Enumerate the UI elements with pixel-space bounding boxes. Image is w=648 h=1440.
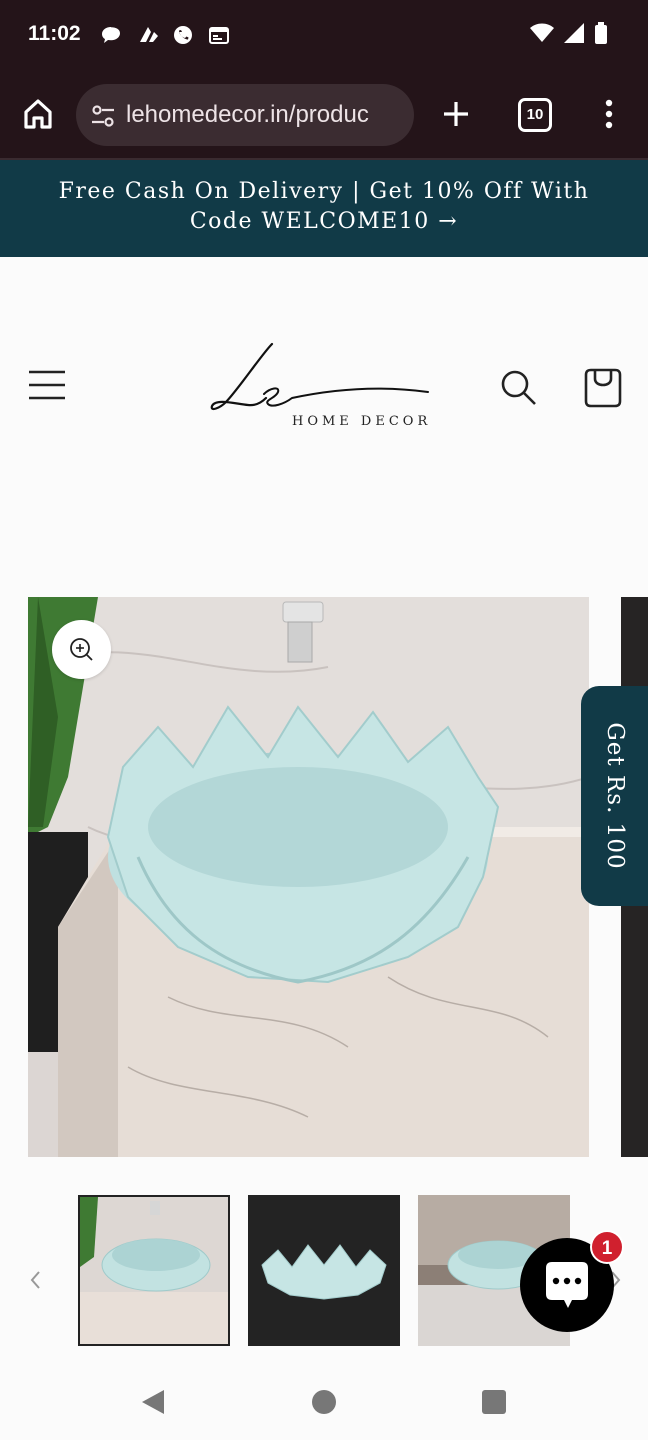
notification-icons	[100, 24, 232, 46]
search-icon	[501, 370, 536, 405]
back-button[interactable]	[140, 1388, 166, 1416]
url-text[interactable]: lehomedecor.in/produc	[126, 101, 402, 129]
home-button[interactable]	[18, 94, 58, 134]
chat-bubble-icon	[100, 24, 124, 46]
site-logo[interactable]: HOME DECOR	[200, 332, 440, 442]
thumbnail-2-image	[248, 1195, 400, 1346]
referral-side-tab[interactable]: Get Rs. 100	[581, 686, 648, 906]
home-icon	[24, 99, 52, 129]
chevron-left-icon	[30, 1271, 40, 1289]
announcement-text: Free Cash On Delivery | Get 10% Off With…	[58, 179, 590, 234]
announcement-bar[interactable]: Free Cash On Delivery | Get 10% Off With…	[0, 160, 648, 257]
home-circle-button[interactable]	[312, 1390, 336, 1414]
calendar-icon	[208, 24, 232, 46]
whatsapp-icon	[172, 24, 196, 46]
site-settings-icon[interactable]	[90, 103, 116, 129]
new-tab-button[interactable]	[436, 94, 476, 134]
bag-icon	[584, 368, 622, 408]
menu-button[interactable]	[28, 367, 66, 403]
search-button[interactable]	[498, 367, 538, 407]
more-options-button[interactable]	[594, 94, 624, 134]
product-main-image[interactable]	[28, 597, 589, 1157]
system-icons	[530, 22, 608, 49]
browser-toolbar: lehomedecor.in/produc 10	[0, 72, 648, 160]
battery-icon	[594, 22, 608, 49]
system-nav-bar	[0, 1360, 648, 1440]
address-bar[interactable]: lehomedecor.in/produc	[76, 84, 414, 146]
logo-subtitle: HOME DECOR	[292, 414, 432, 429]
plus-icon	[444, 102, 468, 126]
side-tab-label: Get Rs. 100	[601, 722, 628, 870]
hamburger-icon	[29, 370, 65, 400]
wifi-icon	[530, 23, 554, 48]
zoom-button[interactable]	[52, 620, 111, 679]
status-bar: 11:02	[0, 0, 648, 72]
thumbnail-1[interactable]	[78, 1195, 230, 1346]
thumbnail-2[interactable]	[248, 1195, 400, 1346]
site-header: HOME DECOR	[0, 257, 648, 557]
back-triangle-icon	[142, 1390, 164, 1414]
thumbnail-1-image	[80, 1197, 228, 1344]
arrow-right-icon: →	[438, 209, 459, 234]
cart-button[interactable]	[582, 365, 624, 409]
tab-switcher-button[interactable]: 10	[518, 98, 552, 132]
zoom-in-icon	[70, 638, 93, 661]
app-icon	[136, 24, 160, 46]
product-photo	[28, 597, 589, 1157]
recents-button[interactable]	[482, 1390, 506, 1414]
more-vert-icon	[605, 99, 613, 129]
chat-unread-badge: 1	[590, 1230, 624, 1264]
status-time: 11:02	[28, 22, 81, 45]
signal-icon	[564, 23, 584, 48]
thumbnail-prev-button[interactable]	[24, 1266, 46, 1294]
